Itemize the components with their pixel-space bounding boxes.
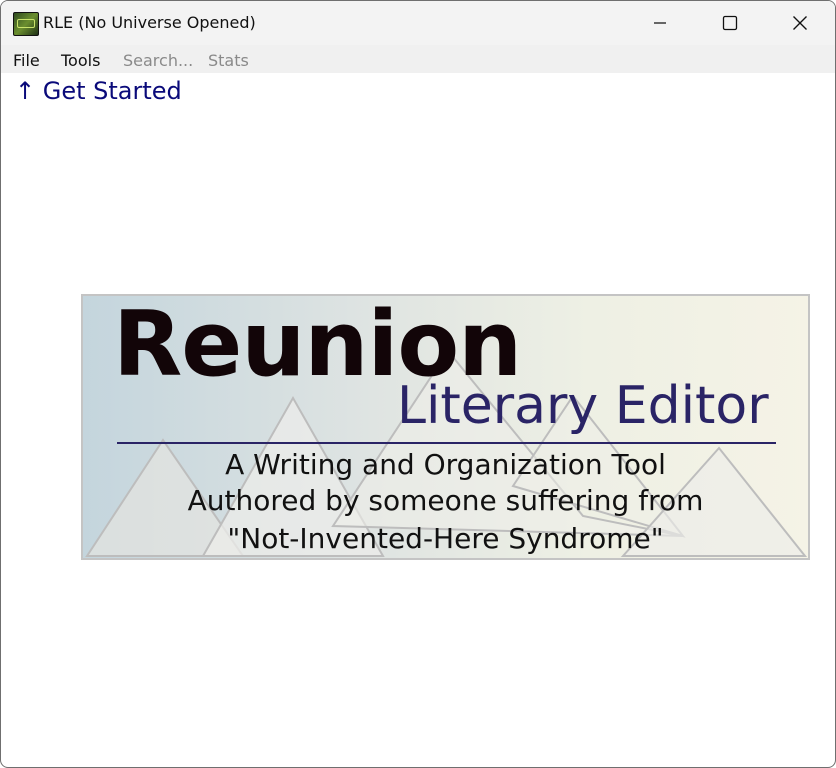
title-bar[interactable]: RLE (No Universe Opened)	[1, 1, 835, 45]
close-button[interactable]	[765, 1, 835, 45]
get-started-link[interactable]: ↑ Get Started	[15, 77, 182, 105]
close-icon	[793, 16, 807, 30]
menu-tools[interactable]: Tools	[61, 51, 100, 70]
splash-banner: Reunion Literary Editor A Writing and Or…	[81, 294, 810, 560]
rle-app-icon[interactable]	[13, 12, 39, 36]
menu-search[interactable]: Search...	[123, 51, 193, 70]
maximize-button[interactable]	[695, 1, 765, 45]
banner-tagline-1: A Writing and Organization Tool	[225, 448, 666, 481]
minimize-button[interactable]	[625, 1, 695, 45]
banner-subtitle: Literary Editor	[397, 376, 769, 436]
app-window: RLE (No Universe Opened) File Tools Sear…	[0, 0, 836, 768]
banner-tagline-3: "Not-Invented-Here Syndrome"	[227, 522, 664, 555]
menu-bar: File Tools Search... Stats	[1, 45, 835, 73]
window-title: RLE (No Universe Opened)	[43, 13, 256, 32]
banner-divider	[117, 442, 776, 444]
menu-stats[interactable]: Stats	[208, 51, 249, 70]
maximize-icon	[722, 15, 738, 31]
banner-tagline-2: Authored by someone suffering from	[187, 484, 704, 517]
menu-file[interactable]: File	[13, 51, 40, 70]
minimize-icon	[654, 22, 666, 24]
